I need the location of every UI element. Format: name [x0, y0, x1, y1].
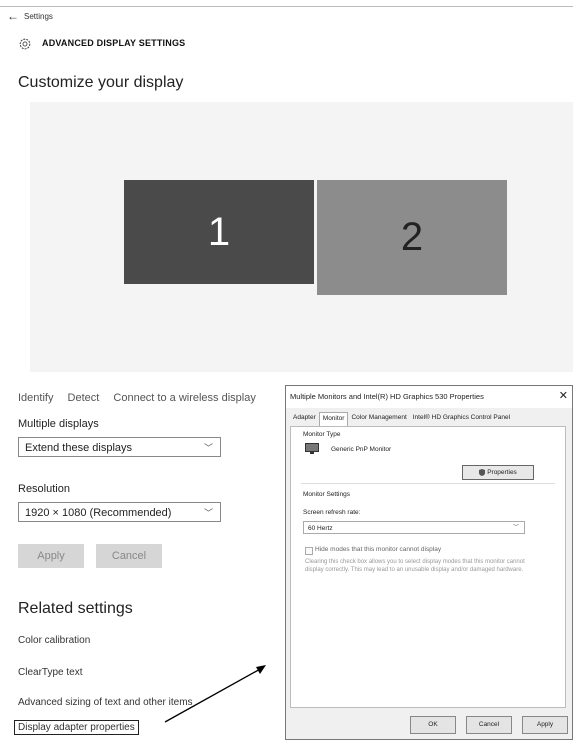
monitor-2-label: 2	[400, 215, 424, 259]
monitor-name: Generic PnP Monitor	[331, 446, 392, 453]
page-title: ADVANCED DISPLAY SETTINGS	[42, 38, 186, 48]
hide-modes-description: Clearing this check box allows you to se…	[305, 559, 525, 573]
chevron-down-icon: ﹀	[203, 508, 213, 518]
resolution-value: 1920 × 1080 (Recommended)	[25, 507, 172, 519]
properties-label: Properties	[487, 469, 517, 476]
back-arrow-icon[interactable]: ←	[7, 9, 19, 23]
monitor-tab-panel: Monitor Type Generic PnP Monitor Propert…	[290, 426, 566, 708]
dialog-apply-button[interactable]: Apply	[522, 716, 568, 734]
detect-link[interactable]: Detect	[68, 392, 100, 404]
hide-modes-label: Hide modes that this monitor cannot disp…	[315, 546, 442, 553]
chevron-down-icon: ﹀	[512, 525, 519, 531]
shield-icon	[479, 468, 486, 476]
monitor-1-label: 1	[207, 209, 231, 254]
tab-monitor[interactable]: Monitor	[318, 412, 349, 426]
multiple-displays-dropdown[interactable]: Extend these displays ﹀	[18, 437, 221, 457]
related-settings-heading: Related settings	[18, 600, 133, 617]
hide-modes-checkbox[interactable]	[305, 547, 313, 555]
refresh-rate-label: Screen refresh rate:	[303, 509, 361, 516]
advanced-sizing-link[interactable]: Advanced sizing of text and other items	[18, 697, 193, 708]
resolution-label: Resolution	[18, 483, 70, 495]
refresh-rate-value: 60 Hertz	[308, 525, 333, 532]
dialog-titlebar[interactable]: Multiple Monitors and Intel(R) HD Graphi…	[286, 386, 572, 408]
dialog-cancel-button[interactable]: Cancel	[466, 716, 512, 734]
tab-adapter[interactable]: Adapter	[290, 412, 319, 426]
customize-heading: Customize your display	[18, 74, 184, 91]
close-icon[interactable]: ✕	[559, 389, 568, 402]
tab-intel-control-panel[interactable]: Intel® HD Graphics Control Panel	[410, 412, 513, 426]
dialog-title: Multiple Monitors and Intel(R) HD Graphi…	[290, 392, 484, 401]
tab-color-management[interactable]: Color Management	[348, 412, 409, 426]
color-calibration-link[interactable]: Color calibration	[18, 635, 90, 646]
divider	[301, 483, 555, 484]
ok-button[interactable]: OK	[410, 716, 456, 734]
monitor-2-tile[interactable]: 2	[317, 180, 507, 295]
connect-wireless-link[interactable]: Connect to a wireless display	[113, 392, 255, 404]
apply-button[interactable]: Apply	[18, 544, 84, 568]
chevron-down-icon: ﹀	[203, 443, 213, 453]
properties-dialog: Multiple Monitors and Intel(R) HD Graphi…	[285, 385, 573, 740]
multiple-displays-value: Extend these displays	[25, 442, 133, 454]
display-adapter-properties-link[interactable]: Display adapter properties	[14, 720, 139, 735]
multiple-displays-label: Multiple displays	[18, 418, 99, 430]
cleartype-text-link[interactable]: ClearType text	[18, 667, 82, 678]
display-links: Identify Detect Connect to a wireless di…	[18, 392, 267, 404]
properties-button[interactable]: Properties	[462, 465, 534, 480]
identify-link[interactable]: Identify	[18, 392, 53, 404]
resolution-dropdown[interactable]: 1920 × 1080 (Recommended) ﹀	[18, 502, 221, 522]
top-divider	[0, 6, 573, 7]
refresh-rate-dropdown[interactable]: 60 Hertz ﹀	[303, 521, 525, 534]
dialog-tabs: Adapter Monitor Color Management Intel® …	[290, 412, 513, 426]
breadcrumb: Settings	[24, 12, 53, 21]
monitor-type-label: Monitor Type	[303, 431, 341, 438]
gear-icon	[19, 38, 31, 50]
monitor-settings-label: Monitor Settings	[303, 491, 350, 498]
monitor-1-tile[interactable]: 1	[124, 180, 314, 284]
cancel-button[interactable]: Cancel	[96, 544, 162, 568]
monitor-icon	[305, 443, 319, 454]
